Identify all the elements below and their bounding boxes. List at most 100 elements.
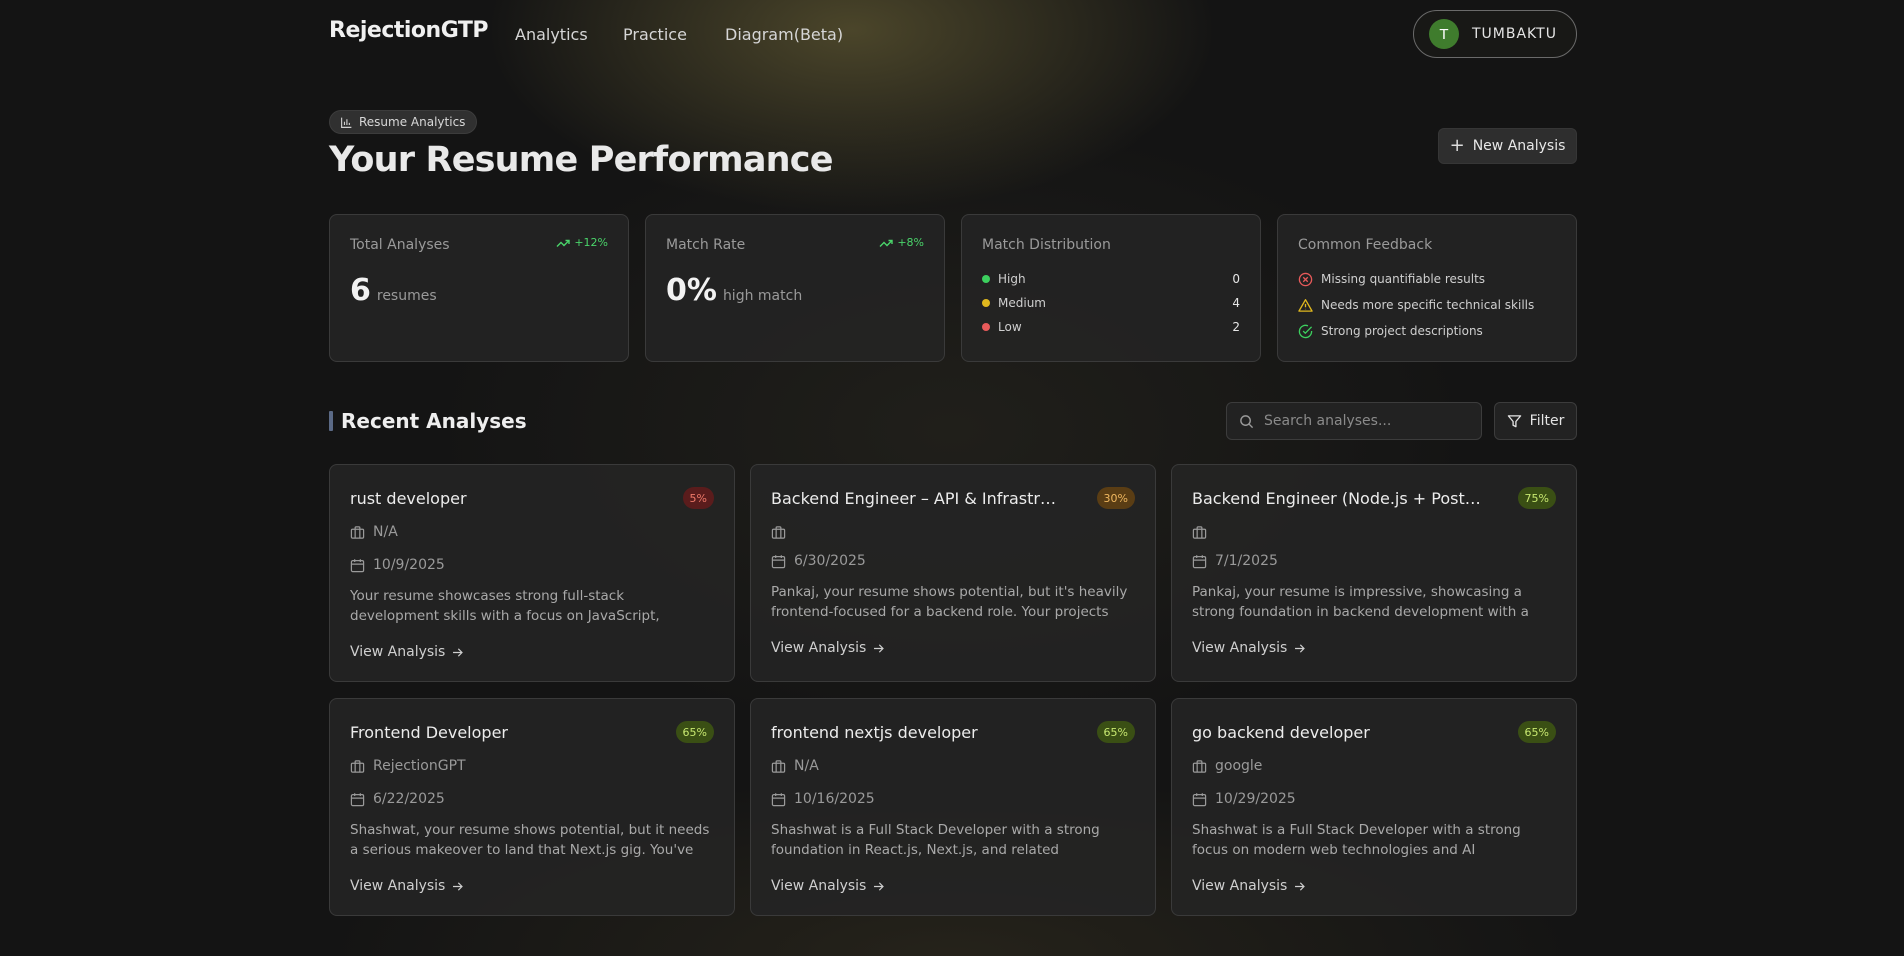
calendar-icon [771, 554, 786, 568]
nav-link-diagram[interactable]: Diagram(Beta) [725, 25, 843, 44]
analysis-card[interactable]: Backend Engineer – API & Infrastructure 3… [750, 464, 1156, 682]
stat-match-rate: Match Rate +8% 0% high match [645, 214, 945, 362]
distribution-row-medium: Medium 4 [982, 294, 1240, 312]
card-company: N/A [771, 757, 819, 775]
status-dot [982, 275, 990, 283]
view-analysis-link[interactable]: View Analysis [771, 639, 885, 657]
feedback-row: Missing quantifiable results [1298, 270, 1566, 288]
distribution-label: Medium [998, 296, 1046, 310]
analysis-card[interactable]: frontend nextjs developer 65% N/A 10/16/202… [750, 698, 1156, 916]
x-circle-icon [1298, 272, 1313, 286]
card-date: 6/22/2025 [350, 790, 445, 808]
nav-link-practice[interactable]: Practice [623, 25, 687, 44]
card-date: 10/16/2025 [771, 790, 875, 808]
card-summary: Your resume showcases strong full-stack … [350, 588, 660, 624]
date-text: 6/30/2025 [794, 553, 866, 569]
calendar-icon [1192, 554, 1207, 568]
stat-value: 0% high match [666, 273, 802, 308]
distribution-label: High [998, 272, 1026, 286]
warning-icon [1298, 298, 1313, 312]
feedback-row: Needs more specific technical skills [1298, 296, 1566, 314]
trend-badge: +8% [879, 236, 924, 249]
analysis-card[interactable]: Frontend Developer 65% RejectionGPT 6/22/20… [329, 698, 735, 916]
stat-label: Common Feedback [1298, 237, 1433, 253]
distribution-count: 0 [1232, 272, 1240, 286]
briefcase-icon [1192, 525, 1207, 539]
distribution-label: Low [998, 320, 1022, 334]
check-circle-icon [1298, 324, 1313, 338]
calendar-icon [350, 558, 365, 572]
calendar-icon [771, 792, 786, 806]
section-title: Recent Analyses [329, 408, 527, 434]
date-text: 6/22/2025 [373, 791, 445, 807]
card-company: RejectionGPT [350, 757, 466, 775]
card-summary: Shashwat is a Full Stack Developer with … [1192, 822, 1521, 858]
match-badge: 30% [1096, 487, 1135, 509]
search-box[interactable] [1226, 402, 1482, 440]
analysis-card[interactable]: go backend developer 65% google 10/29/2025 S… [1171, 698, 1577, 916]
section-title-text: Recent Analyses [341, 409, 527, 433]
distribution-row-low: Low 2 [982, 318, 1240, 336]
user-menu-button[interactable]: T TUMBAKTU [1413, 10, 1577, 58]
stat-unit: resumes [376, 288, 437, 304]
view-analysis-link[interactable]: View Analysis [771, 877, 885, 895]
brand-logo[interactable]: RejectionGTP [329, 18, 489, 43]
match-badge: 65% [675, 721, 714, 743]
arrow-right-icon [453, 647, 464, 657]
calendar-icon [350, 792, 365, 806]
view-analysis-label: View Analysis [771, 640, 867, 656]
company-name: RejectionGPT [373, 758, 466, 774]
company-name: google [1215, 758, 1263, 774]
date-text: 10/16/2025 [794, 791, 875, 807]
trending-up-icon [556, 239, 571, 247]
filter-button[interactable]: Filter [1494, 402, 1577, 440]
trending-up-icon [879, 239, 894, 247]
card-summary: Pankaj, your resume is impressive, showc… [1192, 584, 1529, 620]
section-accent-bar [329, 411, 333, 431]
card-title: frontend nextjs developer [771, 723, 978, 742]
view-analysis-link[interactable]: View Analysis [350, 877, 464, 895]
view-analysis-label: View Analysis [771, 878, 867, 894]
view-analysis-label: View Analysis [1192, 640, 1288, 656]
arrow-right-icon [874, 881, 885, 891]
match-badge: 5% [682, 487, 714, 509]
filter-label: Filter [1529, 413, 1565, 429]
card-title: Backend Engineer – API & Infrastructure [771, 489, 1061, 508]
nav-link-analytics[interactable]: Analytics [515, 25, 588, 44]
status-dot [982, 299, 990, 307]
stat-unit: high match [722, 288, 803, 304]
card-date: 7/1/2025 [1192, 552, 1278, 570]
filter-icon [1507, 414, 1521, 427]
distribution-count: 2 [1232, 320, 1240, 334]
plus-icon: + [1449, 135, 1465, 156]
search-input[interactable] [1264, 413, 1464, 429]
top-nav: RejectionGTP Analytics Practice Diagram(… [329, 8, 1577, 58]
briefcase-icon [1192, 759, 1207, 773]
card-title: rust developer [350, 489, 467, 508]
analysis-card[interactable]: rust developer 5% N/A 10/9/2025 Your resume … [329, 464, 735, 682]
card-date: 10/29/2025 [1192, 790, 1296, 808]
match-badge: 65% [1517, 721, 1556, 743]
card-date: 10/9/2025 [350, 556, 445, 574]
view-analysis-link[interactable]: View Analysis [1192, 877, 1306, 895]
card-summary: Pankaj, your resume shows potential, but… [771, 584, 1128, 620]
new-analysis-button[interactable]: + New Analysis [1438, 128, 1577, 164]
stat-common-feedback: Common Feedback Missing quantifiable res… [1277, 214, 1577, 362]
stat-value: 6 resumes [350, 273, 437, 308]
stat-total-analyses: Total Analyses +12% 6 resumes [329, 214, 629, 362]
view-analysis-link[interactable]: View Analysis [350, 643, 464, 661]
briefcase-icon [350, 759, 365, 773]
date-text: 10/29/2025 [1215, 791, 1296, 807]
arrow-right-icon [1295, 643, 1306, 653]
stat-match-distribution: Match Distribution High 0 Medium 4 Low 2 [961, 214, 1261, 362]
feedback-text: Missing quantifiable results [1321, 272, 1486, 286]
calendar-icon [1192, 792, 1207, 806]
card-summary: Shashwat is a Full Stack Developer with … [771, 822, 1100, 858]
analysis-card[interactable]: Backend Engineer (Node.js + PostgreS... 7… [1171, 464, 1577, 682]
view-analysis-label: View Analysis [1192, 878, 1288, 894]
feedback-text: Needs more specific technical skills [1321, 298, 1535, 312]
card-title: Backend Engineer (Node.js + PostgreS... [1192, 489, 1482, 508]
view-analysis-link[interactable]: View Analysis [1192, 639, 1306, 657]
arrow-right-icon [453, 881, 464, 891]
stat-label: Total Analyses [350, 237, 450, 253]
